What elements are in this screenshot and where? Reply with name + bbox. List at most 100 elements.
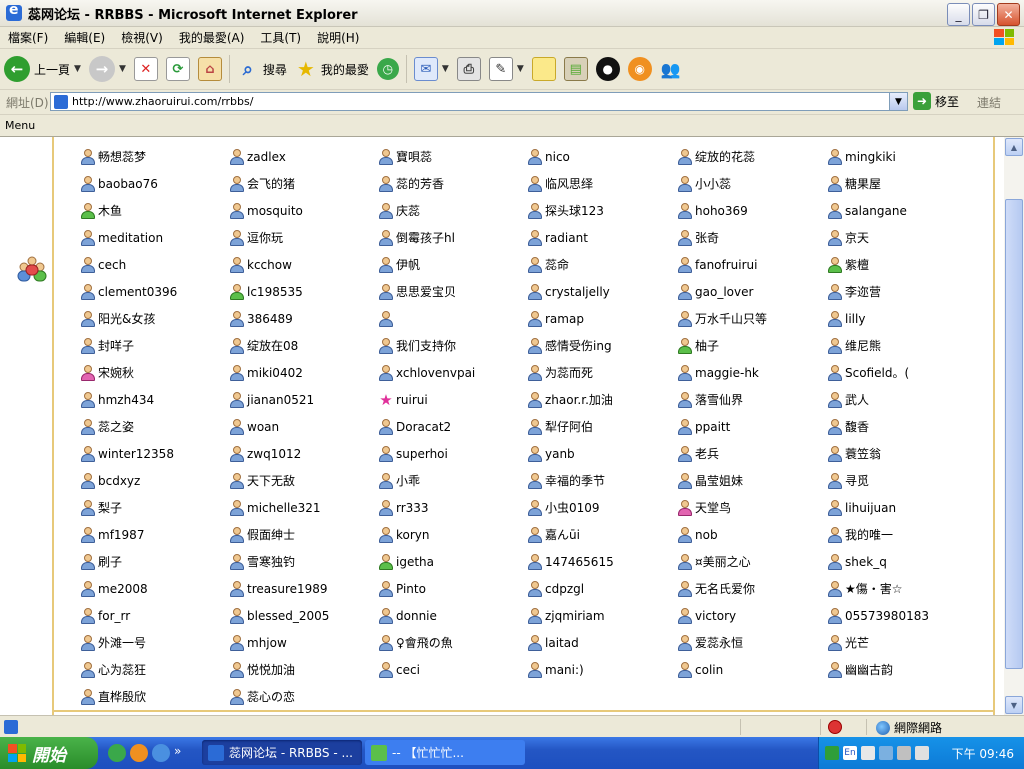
links-menu[interactable]: Menu (0, 119, 40, 132)
user-name-link[interactable]: 李迩营 (845, 283, 881, 300)
tray-icon[interactable] (897, 746, 911, 760)
online-user[interactable]: cdpzgl (527, 575, 677, 602)
user-name-link[interactable]: zhaor.r.加油 (545, 391, 613, 408)
online-user[interactable]: xchlovenvpai (378, 359, 527, 386)
online-user[interactable]: 386489 (229, 305, 378, 332)
user-name-link[interactable]: winter12358 (98, 447, 174, 461)
user-name-link[interactable]: 蕊的芳香 (396, 175, 444, 192)
online-user[interactable]: 幽幽古韵 (827, 656, 977, 683)
online-user[interactable]: 光芒 (827, 629, 977, 656)
forward-dropdown-icon[interactable]: ▼ (119, 64, 126, 74)
user-name-link[interactable]: ¤美丽之心 (695, 553, 751, 570)
user-name-link[interactable]: 蕊心の恋 (247, 688, 295, 705)
online-user[interactable]: Scofield。( (827, 359, 977, 386)
user-name-link[interactable]: 直桦殷欣 (98, 688, 146, 705)
user-name-link[interactable]: maggie-hk (695, 366, 759, 380)
user-name-link[interactable]: woan (247, 420, 279, 434)
user-name-link[interactable]: 我们支持你 (396, 337, 456, 354)
ie-icon[interactable] (6, 2, 22, 21)
user-name-link[interactable]: 光芒 (845, 634, 869, 651)
online-user[interactable]: 犁仔阿伯 (527, 413, 677, 440)
online-user[interactable]: colin (677, 656, 827, 683)
user-name-link[interactable]: zjqmiriam (545, 609, 605, 623)
user-name-link[interactable]: 万水千山只等 (695, 310, 767, 327)
user-name-link[interactable]: 雪寒独钓 (247, 553, 295, 570)
user-name-link[interactable]: victory (695, 609, 736, 623)
user-name-link[interactable]: mingkiki (845, 150, 896, 164)
online-user[interactable]: 爱蕊永恒 (677, 629, 827, 656)
online-user[interactable]: mingkiki (827, 143, 977, 170)
user-name-link[interactable]: ★傷・害☆ (845, 580, 903, 597)
flash-button[interactable]: ◉ (624, 53, 656, 85)
online-user[interactable]: shek_q (827, 548, 977, 575)
user-name-link[interactable]: 武人 (845, 391, 869, 408)
online-user[interactable]: 柚子 (677, 332, 827, 359)
user-name-link[interactable]: Pinto (396, 582, 426, 596)
online-user[interactable]: lc198535 (229, 278, 378, 305)
online-user[interactable]: 老兵 (677, 440, 827, 467)
online-user[interactable]: jianan0521 (229, 386, 378, 413)
online-user[interactable]: 我的唯一 (827, 521, 977, 548)
user-name-link[interactable]: ramap (545, 312, 584, 326)
refresh-button[interactable]: ⟳ (162, 53, 194, 85)
user-name-link[interactable]: michelle321 (247, 501, 321, 515)
online-user[interactable]: koryn (378, 521, 527, 548)
user-name-link[interactable]: 逗你玩 (247, 229, 283, 246)
user-name-link[interactable]: 寶唄蕊 (396, 148, 432, 165)
user-name-link[interactable]: 糖果屋 (845, 175, 881, 192)
user-name-link[interactable]: shek_q (845, 555, 887, 569)
quick-launch-chevron[interactable]: » (174, 744, 181, 762)
online-user[interactable]: mhjow (229, 629, 378, 656)
online-user[interactable]: ramap (527, 305, 677, 332)
user-name-link[interactable]: 小虫0109 (545, 499, 600, 516)
online-user[interactable]: 京天 (827, 224, 977, 251)
online-user[interactable]: victory (677, 602, 827, 629)
user-name-link[interactable]: hmzh434 (98, 393, 154, 407)
online-user[interactable]: 雪寒独钓 (229, 548, 378, 575)
user-name-link[interactable]: koryn (396, 528, 430, 542)
forward-button[interactable]: → ▼ (85, 53, 130, 85)
favorites-button[interactable]: ★ 我的最愛 (291, 53, 373, 85)
online-user[interactable]: 嘉んūi (527, 521, 677, 548)
online-user[interactable]: 刷子 (80, 548, 229, 575)
research-button[interactable]: ▤ (560, 53, 592, 85)
search-button[interactable]: ⌕ 搜尋 (233, 53, 291, 85)
online-user[interactable]: 万水千山只等 (677, 305, 827, 332)
user-name-link[interactable]: cdpzgl (545, 582, 584, 596)
user-name-link[interactable]: 思思爱宝贝 (396, 283, 456, 300)
user-name-link[interactable]: mosquito (247, 204, 303, 218)
user-name-link[interactable]: 木鱼 (98, 202, 122, 219)
user-name-link[interactable]: salangane (845, 204, 907, 218)
user-name-link[interactable]: 无名氏爱你 (695, 580, 755, 597)
online-user[interactable]: 梨子 (80, 494, 229, 521)
online-user[interactable]: 畅想蕊梦 (80, 143, 229, 170)
user-name-link[interactable]: donnie (396, 609, 437, 623)
user-name-link[interactable]: blessed_2005 (247, 609, 329, 623)
online-user[interactable]: 逗你玩 (229, 224, 378, 251)
close-button[interactable]: ✕ (997, 3, 1020, 26)
user-name-link[interactable]: nob (695, 528, 718, 542)
online-user[interactable]: 思思爱宝贝 (378, 278, 527, 305)
online-user[interactable]: ★傷・害☆ (827, 575, 977, 602)
user-name-link[interactable]: 幸福的季节 (545, 472, 605, 489)
online-user[interactable]: 探头球123 (527, 197, 677, 224)
online-user[interactable]: 馥香 (827, 413, 977, 440)
online-user[interactable]: 落雪仙界 (677, 386, 827, 413)
online-user[interactable]: michelle321 (229, 494, 378, 521)
user-name-link[interactable]: 心为蕊狂 (98, 661, 146, 678)
online-user[interactable]: 蕊命 (527, 251, 677, 278)
online-user[interactable]: meditation (80, 224, 229, 251)
online-user[interactable]: crystaljelly (527, 278, 677, 305)
online-user[interactable]: 小虫0109 (527, 494, 677, 521)
start-button[interactable]: 開始 (0, 737, 98, 769)
online-user[interactable]: 小小蕊 (677, 170, 827, 197)
user-name-link[interactable]: 感情受伤ing (545, 337, 612, 354)
user-name-link[interactable]: 蕊之姿 (98, 418, 134, 435)
online-user[interactable]: winter12358 (80, 440, 229, 467)
online-user[interactable]: gao_lover (677, 278, 827, 305)
links-label[interactable]: 連結 (977, 94, 1001, 111)
online-user[interactable]: zjqmiriam (527, 602, 677, 629)
user-name-link[interactable]: baobao76 (98, 177, 158, 191)
user-name-link[interactable]: ppaitt (695, 420, 730, 434)
online-user[interactable]: 蕊的芳香 (378, 170, 527, 197)
